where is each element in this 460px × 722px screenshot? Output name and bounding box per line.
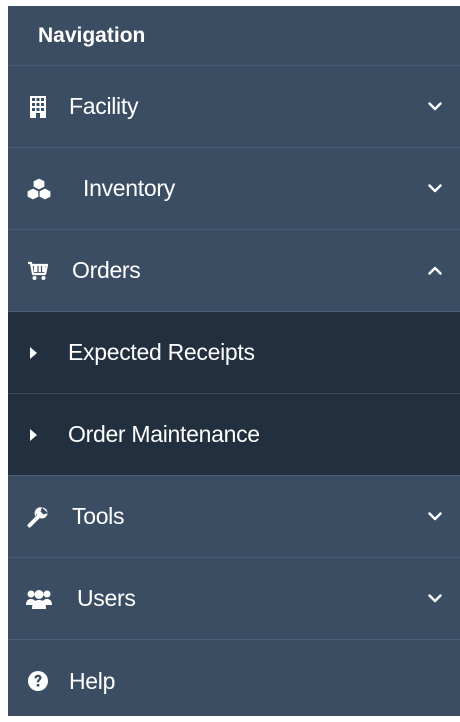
nav-item-users[interactable]: Users (8, 558, 460, 640)
chevron-down-icon (428, 182, 442, 196)
caret-right-icon (30, 428, 37, 441)
sidebar-navigation: Navigation Facility Inventory Orders Exp… (8, 6, 460, 716)
question-circle-icon (26, 669, 50, 693)
submenu-item-expected-receipts[interactable]: Expected Receipts (8, 312, 460, 394)
nav-item-label: Inventory (83, 175, 175, 201)
chevron-down-icon (428, 510, 442, 524)
cart-icon (26, 259, 50, 283)
submenu-item-label: Order Maintenance (68, 421, 260, 447)
nav-item-label: Orders (72, 257, 141, 283)
chevron-up-icon (428, 264, 442, 278)
nav-item-label: Help (69, 667, 116, 694)
submenu-item-label: Expected Receipts (68, 339, 255, 365)
nav-item-inventory[interactable]: Inventory (8, 148, 460, 230)
chevron-down-icon (428, 100, 442, 114)
nav-item-tools[interactable]: Tools (8, 476, 460, 558)
orders-submenu: Expected Receipts Order Maintenance (8, 312, 460, 476)
submenu-item-order-maintenance[interactable]: Order Maintenance (8, 394, 460, 476)
nav-item-label: Users (77, 585, 136, 611)
building-icon (26, 95, 50, 119)
wrench-icon (26, 505, 50, 529)
users-icon (25, 587, 53, 611)
cubes-icon (24, 176, 54, 201)
nav-item-orders[interactable]: Orders (8, 230, 460, 312)
chevron-down-icon (428, 592, 442, 606)
nav-item-facility[interactable]: Facility (8, 66, 460, 148)
caret-right-icon (30, 346, 37, 359)
nav-item-help[interactable]: Help (8, 640, 460, 722)
nav-item-label: Facility (69, 93, 139, 119)
nav-title: Navigation (8, 6, 460, 66)
nav-item-label: Tools (72, 503, 125, 529)
